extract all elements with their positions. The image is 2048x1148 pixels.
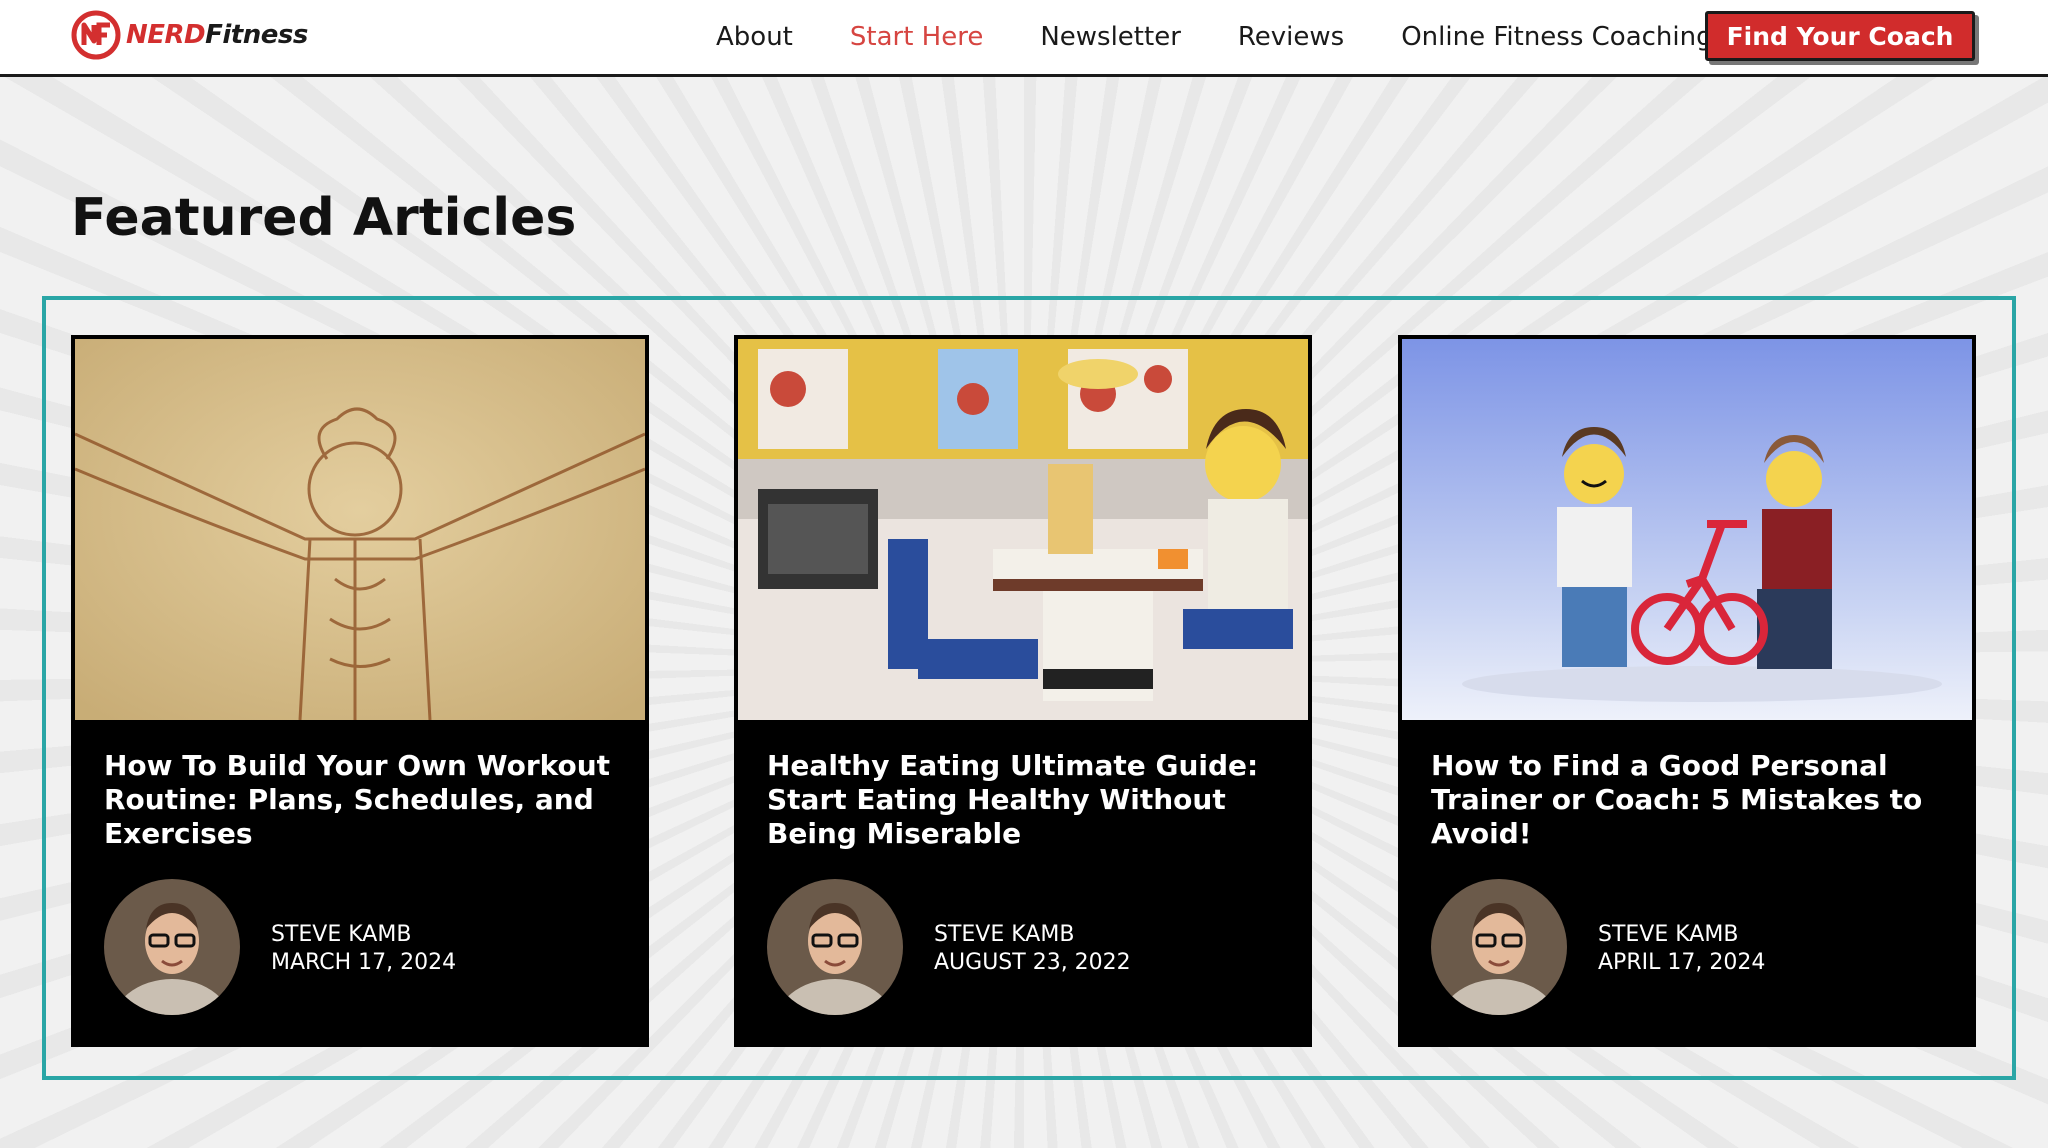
author-name[interactable]: STEVE KAMB — [1598, 921, 1765, 949]
author-avatar — [1431, 879, 1567, 1015]
publish-date: AUGUST 23, 2022 — [934, 950, 1131, 975]
site-header: NERDFitness About Start Here Newsletter … — [0, 0, 2048, 77]
vitruvian-sketch-icon — [75, 339, 645, 720]
article-image-vitruvian-man[interactable] — [75, 339, 645, 720]
nav-newsletter[interactable]: Newsletter — [1040, 22, 1181, 52]
nav-online-fitness-coaching[interactable]: Online Fitness Coaching — [1401, 22, 1712, 52]
main-nav: About Start Here Newsletter Reviews Onli… — [716, 18, 1770, 56]
article-image-lego-kitchen[interactable] — [738, 339, 1308, 720]
article-title[interactable]: How to Find a Good Personal Trainer or C… — [1431, 749, 1946, 851]
article-meta: STEVE KAMB MARCH 17, 2024 — [271, 921, 456, 977]
nf-logo-icon — [71, 10, 121, 60]
nerdfitness-logo[interactable]: NERDFitness — [70, 8, 308, 62]
nav-start-here[interactable]: Start Here — [850, 22, 983, 52]
author-name[interactable]: STEVE KAMB — [271, 921, 456, 949]
lego-kitchen-icon — [738, 339, 1308, 720]
article-meta: STEVE KAMB APRIL 17, 2024 — [1598, 921, 1765, 977]
author-name[interactable]: STEVE KAMB — [934, 921, 1131, 949]
article-card[interactable]: Healthy Eating Ultimate Guide: Start Eat… — [734, 335, 1312, 1047]
logo-wordmark: NERDFitness — [126, 20, 308, 50]
publish-date: MARCH 17, 2024 — [271, 950, 457, 975]
nav-about[interactable]: About — [716, 22, 793, 52]
author-avatar — [104, 879, 240, 1015]
lego-bicycle-icon — [1402, 339, 1972, 720]
find-your-coach-button[interactable]: Find Your Coach — [1705, 11, 1975, 61]
author-photo-icon — [767, 879, 903, 1015]
article-card[interactable]: How to Find a Good Personal Trainer or C… — [1398, 335, 1976, 1047]
author-photo-icon — [104, 879, 240, 1015]
publish-date: APRIL 17, 2024 — [1598, 950, 1766, 975]
article-title[interactable]: Healthy Eating Ultimate Guide: Start Eat… — [767, 749, 1282, 851]
article-meta: STEVE KAMB AUGUST 23, 2022 — [934, 921, 1131, 977]
author-photo-icon — [1431, 879, 1567, 1015]
author-avatar — [767, 879, 903, 1015]
section-title: Featured Articles — [71, 188, 577, 248]
article-image-lego-bicycle[interactable] — [1402, 339, 1972, 720]
article-card[interactable]: How To Build Your Own Workout Routine: P… — [71, 335, 649, 1047]
article-title[interactable]: How To Build Your Own Workout Routine: P… — [104, 749, 619, 851]
nav-reviews[interactable]: Reviews — [1238, 22, 1344, 52]
